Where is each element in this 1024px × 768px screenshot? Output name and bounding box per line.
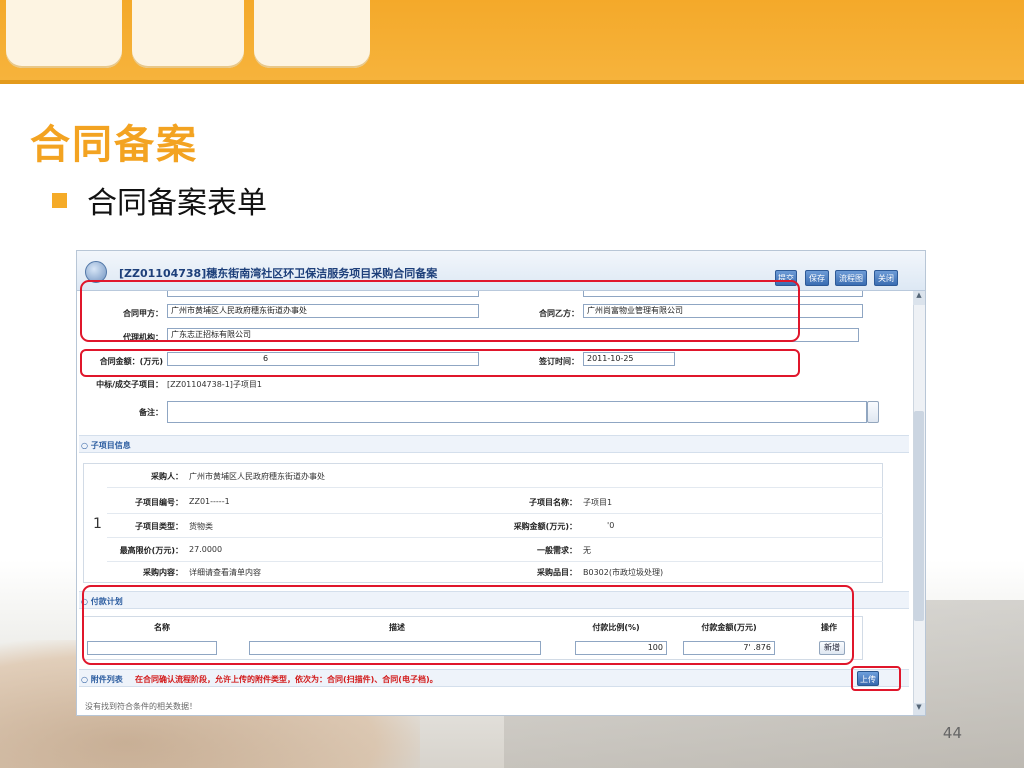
- attachment-header-text: 附件列表: [90, 675, 123, 684]
- bullet-text: 合同备案表单: [87, 186, 267, 221]
- header-divider: [0, 80, 1024, 84]
- attachment-empty-text: 没有找到符合条件的相关数据！: [85, 702, 197, 711]
- flowchart-button[interactable]: 流程图: [835, 270, 867, 286]
- bullet-square-icon: [52, 192, 67, 208]
- content-label: 采购内容：: [143, 568, 183, 577]
- purchase-amount-value: '0: [607, 521, 615, 530]
- row-divider: [107, 487, 883, 488]
- sub-code-value: ZZ01-----1: [189, 497, 230, 506]
- purchase-item-value: B0302(市政垃圾处理): [583, 568, 664, 577]
- page-number: 44: [942, 724, 962, 742]
- sub-project-index: 1: [93, 516, 102, 532]
- highlight-upload-button: [851, 666, 901, 691]
- sub-project-header: ○ 子项目信息: [81, 441, 131, 450]
- purchaser-label: 采购人：: [151, 472, 183, 481]
- sub-project-section-bar: [79, 435, 909, 453]
- remark-textarea[interactable]: [167, 401, 867, 423]
- remark-scroll-handle[interactable]: [867, 401, 879, 423]
- header-tab-decoration: [254, 0, 370, 68]
- highlight-amount-date: [80, 349, 800, 377]
- sub-code-label: 子项目编号：: [135, 498, 183, 507]
- sub-type-label: 子项目类型：: [135, 522, 183, 531]
- scroll-up-icon[interactable]: ▲: [913, 291, 925, 305]
- form-title: [ZZ01104738]穗东街南湾社区环卫保洁服务项目采购合同备案: [119, 267, 438, 280]
- sub-project-header-text: 子项目信息: [90, 441, 131, 450]
- bullet-item: 合同备案表单: [52, 178, 267, 222]
- attachment-note: 在合同确认流程阶段，允许上传的附件类型，依次为：合同(扫描件)、合同(电子档)。: [135, 675, 438, 684]
- contract-filing-form: [ZZ01104738]穗东街南湾社区环卫保洁服务项目采购合同备案 提交 保存 …: [76, 250, 926, 716]
- max-price-label: 最高限价(万元)：: [119, 546, 183, 555]
- content-value: 详细请查看清单内容: [189, 568, 261, 577]
- purchaser-value: 广州市黄埔区人民政府穗东街道办事处: [189, 472, 325, 481]
- remark-label: 备注：: [139, 408, 163, 417]
- purchase-amount-label: 采购金额(万元)：: [513, 522, 577, 531]
- highlight-payment-plan: [82, 585, 854, 665]
- sub-name-value: 子项目1: [583, 498, 613, 507]
- attachment-header: ○ 附件列表: [81, 675, 123, 684]
- sub-type-value: 货物类: [189, 522, 213, 531]
- general-req-value: 无: [583, 546, 591, 555]
- scroll-down-icon[interactable]: ▼: [913, 703, 925, 715]
- slide-title: 合同备案: [30, 122, 198, 168]
- highlight-contract-parties: [80, 280, 800, 342]
- header-tab-decoration: [132, 0, 244, 68]
- sub-name-label: 子项目名称：: [529, 498, 577, 507]
- max-price-value: 27.0000: [189, 545, 223, 554]
- header-tab-decoration: [6, 0, 122, 68]
- bid-item-label: 中标/成交子项目：: [96, 380, 163, 389]
- purchase-item-label: 采购品目：: [537, 568, 577, 577]
- row-divider: [107, 537, 883, 538]
- close-button[interactable]: 关闭: [874, 270, 898, 286]
- bid-item-value: [ZZ01104738-1]子项目1: [167, 380, 262, 389]
- scroll-thumb[interactable]: [914, 411, 924, 621]
- save-button[interactable]: 保存: [805, 270, 829, 286]
- row-divider: [107, 561, 883, 562]
- row-divider: [107, 513, 883, 514]
- general-req-label: 一般需求：: [537, 546, 577, 555]
